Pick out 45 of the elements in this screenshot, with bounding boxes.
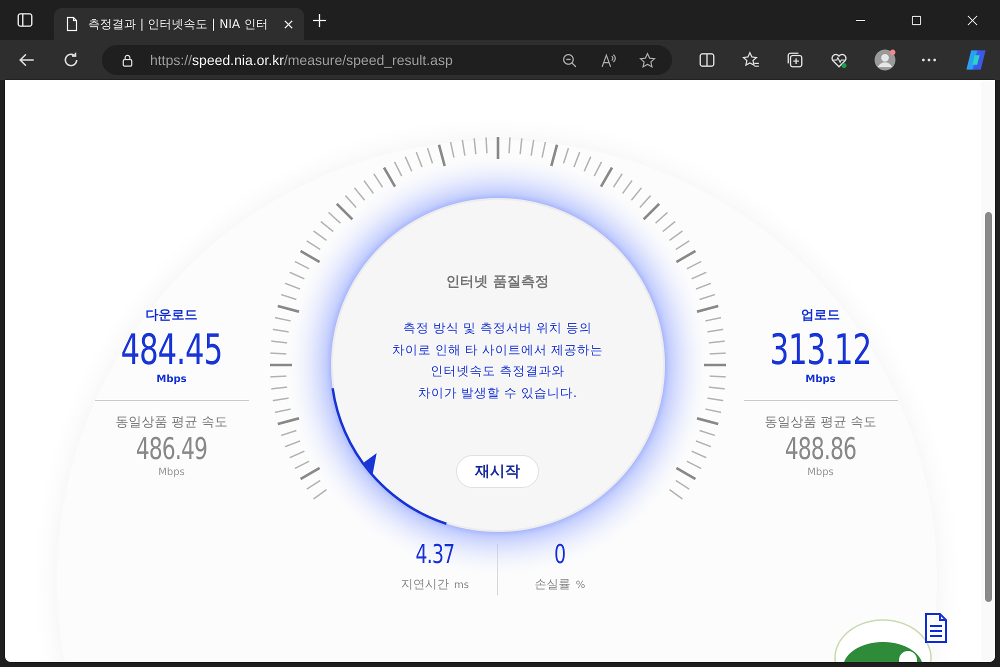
close-icon[interactable] [967, 14, 978, 26]
average-label: 동일상품 평균 속도 [764, 414, 877, 431]
lock-icon[interactable] [120, 52, 135, 68]
browser-tab[interactable]: 측정결과 | 인터넷속도 | NIA 인터 [54, 8, 304, 40]
tab-actions-icon[interactable] [16, 11, 34, 29]
average-unit: Mbps [807, 467, 834, 478]
metric-value: 4.37 [416, 539, 454, 572]
favorites-icon[interactable] [742, 51, 760, 69]
refresh-icon[interactable] [62, 51, 80, 69]
metric-label: 손실률 [534, 576, 571, 593]
notice-text: 측정 방식 및 측정서버 위치 등의 차이로 인해 타 사이트에서 제공하는 인터넷속도 측정결과와 차이가 발생할 수 있습니다. [392, 319, 603, 402]
result-value: 313.12 [770, 326, 872, 374]
tab-title: 측정결과 | 인터넷속도 | NIA 인터 [88, 16, 269, 32]
result-value: 484.45 [120, 326, 222, 374]
new-tab-icon[interactable] [312, 12, 327, 28]
average-unit: Mbps [158, 467, 185, 478]
result-label: 업로드 [801, 307, 840, 324]
result-unit: Mbps [805, 374, 836, 385]
page-icon [64, 16, 80, 32]
scrollbar[interactable] [981, 80, 995, 662]
gauge-title: 인터넷 품질측정 [446, 273, 549, 291]
avatar-icon[interactable] [874, 49, 896, 71]
average-value: 486.49 [136, 433, 208, 467]
metric-unit: ms [454, 580, 469, 591]
average-value: 488.86 [784, 433, 856, 467]
heart-pulse-icon[interactable] [830, 51, 848, 69]
metric-label: 지연시간 [401, 576, 450, 593]
maximize-icon[interactable] [911, 14, 922, 26]
document-icon[interactable] [924, 613, 948, 643]
restart-button[interactable]: 재시작 [456, 455, 539, 488]
result-unit: Mbps [156, 374, 187, 385]
back-icon[interactable] [18, 51, 36, 69]
read-aloud-icon[interactable] [600, 52, 617, 68]
zoom-out-icon[interactable] [561, 52, 578, 68]
address-field[interactable]: https://speed.nia.or.kr/measure/speed_result.asp [102, 45, 672, 75]
copilot-icon[interactable] [964, 48, 988, 72]
split-screen-icon[interactable] [698, 51, 716, 69]
star-icon[interactable] [639, 52, 656, 68]
average-label: 동일상품 평균 속도 [115, 414, 228, 431]
metric-value: 0 [554, 539, 566, 572]
result-label: 다운로드 [146, 307, 198, 324]
close-icon[interactable] [283, 18, 294, 30]
collections-icon[interactable] [786, 51, 804, 69]
metric-unit: % [576, 580, 586, 591]
pointer-icon [363, 453, 376, 474]
